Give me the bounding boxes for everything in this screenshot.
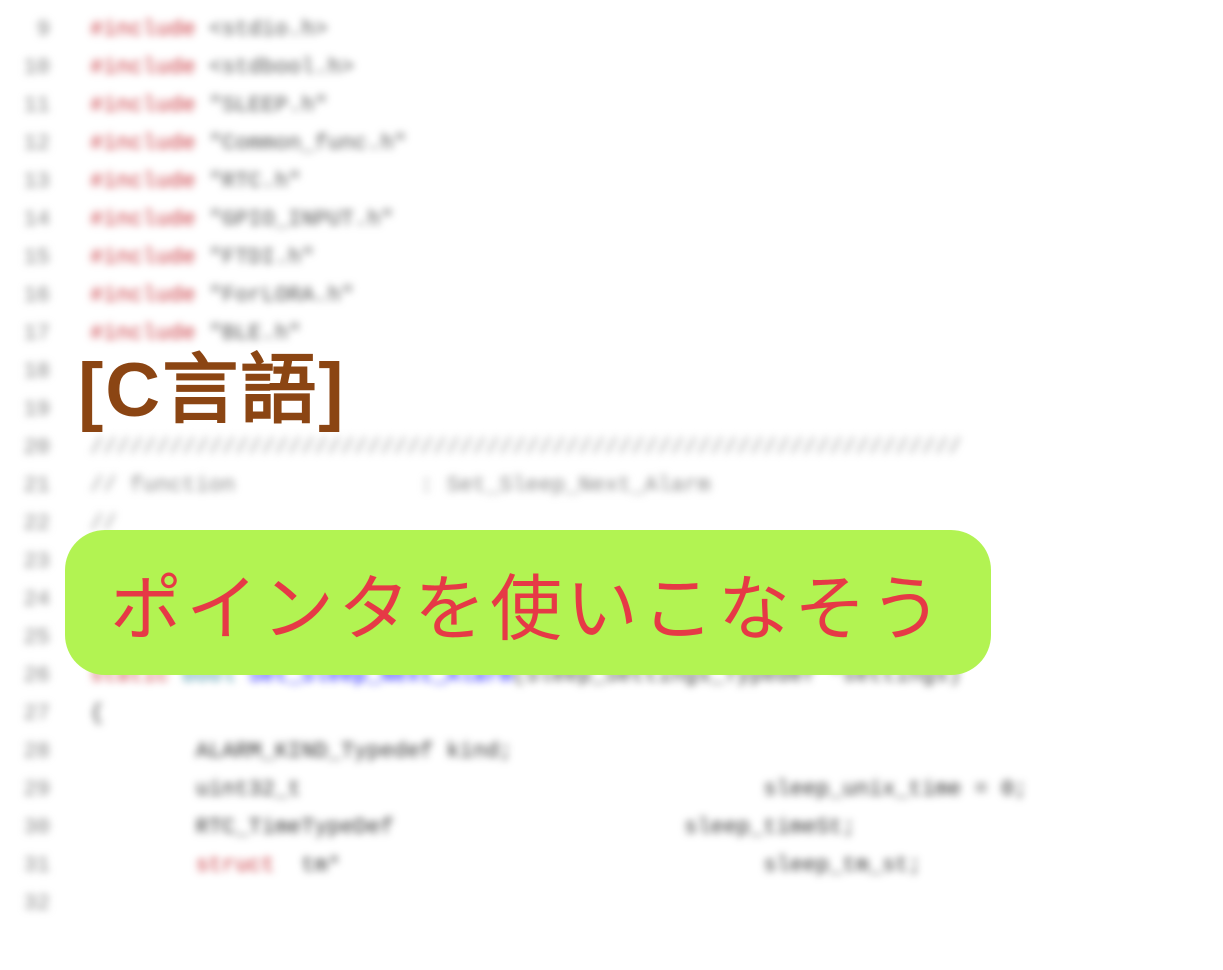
line-number: 16: [0, 283, 90, 308]
code-line: 16#include "ForLORA.h": [0, 276, 1223, 314]
line-number: 13: [0, 169, 90, 194]
code-line: 31 struct tm* sleep_tm_st;: [0, 846, 1223, 884]
code-line: 32: [0, 884, 1223, 922]
line-number: 15: [0, 245, 90, 270]
code-line: 21// function : Set_Sleep_Next_Alarm: [0, 466, 1223, 504]
line-number: 9: [0, 17, 90, 42]
line-number: 10: [0, 55, 90, 80]
line-number: 21: [0, 473, 90, 498]
line-number: 22: [0, 511, 90, 536]
code-line: 11#include "SLEEP.h": [0, 86, 1223, 124]
line-number: 14: [0, 207, 90, 232]
code-line: 15#include "FTDI.h": [0, 238, 1223, 276]
line-number: 11: [0, 93, 90, 118]
code-background: 9#include <stdio.h>10#include <stdbool.h…: [0, 10, 1223, 922]
line-number: 12: [0, 131, 90, 156]
code-line: 12#include "Common_func.h": [0, 124, 1223, 162]
title-badge: [C言語]: [78, 328, 346, 438]
line-number: 20: [0, 435, 90, 460]
code-line: 29 uint32_t sleep_unix_time = 0;: [0, 770, 1223, 808]
code-line: 14#include "GPIO_INPUT.h": [0, 200, 1223, 238]
code-line: 10#include <stdbool.h>: [0, 48, 1223, 86]
subtitle-badge: ポインタを使いこなそう: [65, 530, 991, 675]
line-number: 17: [0, 321, 90, 346]
code-line: 27{: [0, 694, 1223, 732]
code-line: 30 RTC_TimeTypeDef sleep_timeSt;: [0, 808, 1223, 846]
line-number: 18: [0, 359, 90, 384]
line-number: 19: [0, 397, 90, 422]
code-line: 28 ALARM_KIND_Typedef kind;: [0, 732, 1223, 770]
code-line: 9#include <stdio.h>: [0, 10, 1223, 48]
code-line: 13#include "RTC.h": [0, 162, 1223, 200]
